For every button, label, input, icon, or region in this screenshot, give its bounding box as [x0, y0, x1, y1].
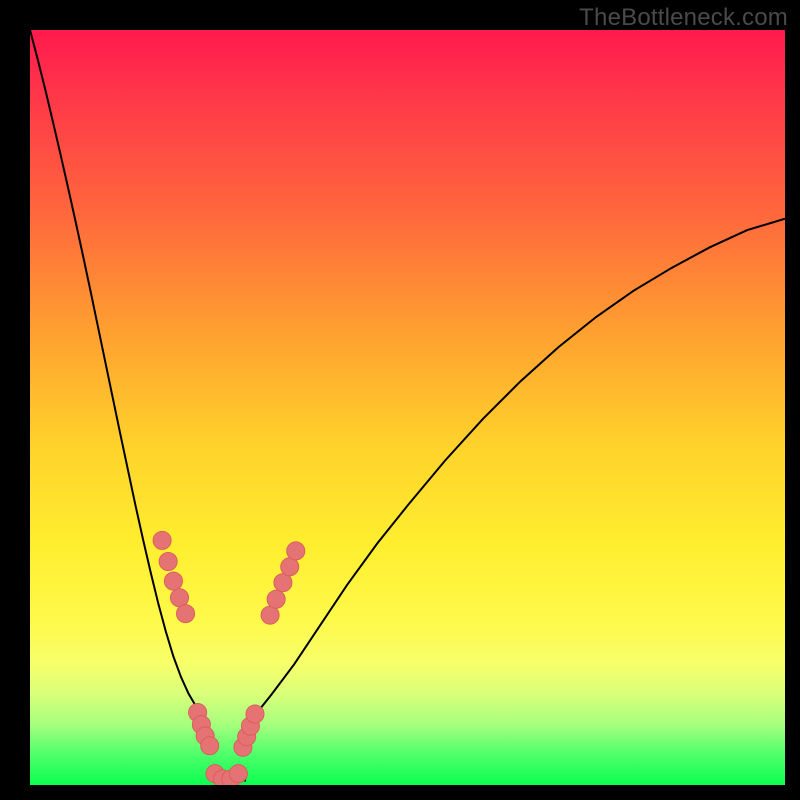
data-dot — [170, 589, 188, 607]
data-dot — [201, 737, 219, 755]
data-dot — [246, 705, 264, 723]
data-dots — [153, 531, 305, 785]
plot-area — [30, 30, 785, 785]
data-dot — [287, 542, 305, 560]
data-dot — [274, 574, 292, 592]
data-dot — [229, 765, 247, 783]
chart-svg — [30, 30, 785, 785]
data-dot — [159, 552, 177, 570]
watermark-text: TheBottleneck.com — [579, 4, 788, 32]
chart-frame: TheBottleneck.com — [0, 0, 800, 800]
data-dot — [153, 531, 171, 549]
curve-right-branch — [246, 219, 785, 723]
data-dot — [261, 606, 279, 624]
data-dot — [281, 558, 299, 576]
data-dot — [176, 605, 194, 623]
data-dot — [164, 572, 182, 590]
data-dot — [267, 590, 285, 608]
